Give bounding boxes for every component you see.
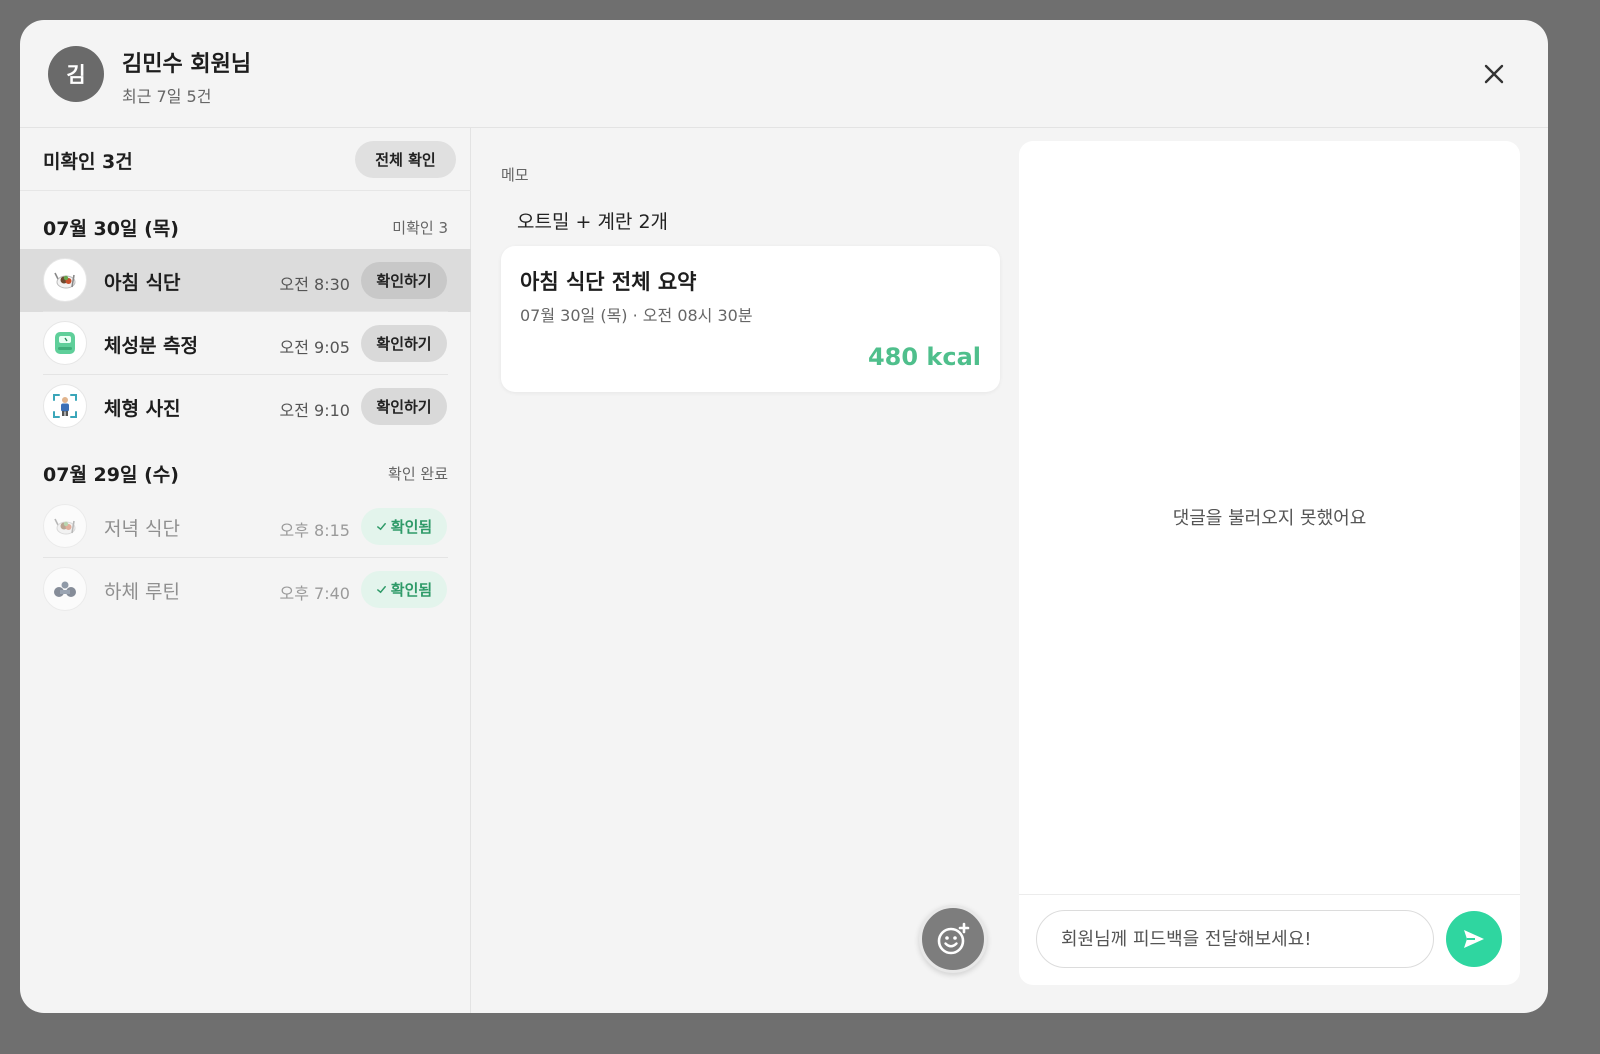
summary-title: 아침 식단 전체 요약 [520,270,697,294]
record-label: 체형 사진 [104,398,181,420]
record-list-panel: 미확인 3건 전체 확인 07월 30일 (목) 미확인 3 아침 식단 오전 … [20,128,471,1013]
confirmed-badge: 확인됨 [361,571,447,608]
check-icon [376,523,386,531]
divider [43,311,448,312]
record-row[interactable]: 체성분 측정 오전 9:05 확인하기 [20,311,471,375]
confirm-button[interactable]: 확인하기 [361,325,447,362]
memo-label: 메모 [501,166,529,184]
meal-icon [43,504,87,548]
record-time: 오후 7:40 [279,584,350,603]
confirmed-label: 확인됨 [390,518,433,536]
date-group-header: 07월 30일 (목) 미확인 3 [43,210,448,240]
modal-header: 김 김민수 회원님 최근 7일 5건 [20,20,1548,128]
record-label: 체성분 측정 [104,335,199,357]
summary-date: 07월 30일 (목) · 오전 08시 30분 [520,306,753,325]
memo-text: 오트밀 + 계란 2개 [517,211,669,233]
record-time: 오전 9:05 [279,338,350,357]
meal-summary-card[interactable]: 아침 식단 전체 요약 07월 30일 (목) · 오전 08시 30분 480… [501,246,1000,392]
divider [43,374,448,375]
dumbbell-icon [43,567,87,611]
record-row[interactable]: 하체 루틴 오후 7:40 확인됨 [20,557,471,621]
record-row[interactable]: 체형 사진 오전 9:10 확인하기 [20,374,471,438]
member-name: 김민수 회원님 [122,52,252,77]
record-time: 오전 8:30 [279,275,350,294]
scale-icon [43,321,87,365]
record-row[interactable]: 아침 식단 오전 8:30 확인하기 [20,249,471,312]
close-icon [1484,64,1504,84]
body-photo-icon [43,384,87,428]
divider [43,557,448,558]
emoji-reaction-button[interactable] [919,905,987,973]
record-label: 하체 루틴 [104,581,180,603]
record-label: 저녁 식단 [104,518,180,540]
date-group-header: 07월 29일 (수) 확인 완료 [43,456,448,486]
record-time: 오후 8:15 [279,521,350,540]
confirm-button[interactable]: 확인하기 [361,262,447,299]
record-row[interactable]: 저녁 식단 오후 8:15 확인됨 [20,495,471,558]
member-subtitle: 최근 7일 5건 [122,87,212,106]
record-label: 아침 식단 [104,272,181,294]
comment-input[interactable] [1036,910,1434,968]
confirmed-label: 확인됨 [390,581,433,599]
unconfirmed-count: 미확인 3건 [43,151,133,173]
confirm-all-button[interactable]: 전체 확인 [355,141,456,178]
date-group-status: 미확인 3 [392,219,448,237]
record-time: 오전 9:10 [279,401,350,420]
unconfirmed-bar: 미확인 3건 전체 확인 [20,128,471,191]
close-button[interactable] [1476,56,1512,92]
confirm-button[interactable]: 확인하기 [361,388,447,425]
date-group-status: 확인 완료 [388,465,448,483]
member-detail-modal: 김 김민수 회원님 최근 7일 5건 미확인 3건 전체 확인 07월 30일 … [20,20,1548,1013]
send-icon [1464,930,1484,948]
date-group-title: 07월 30일 (목) [43,218,179,240]
confirmed-badge: 확인됨 [361,508,447,545]
comment-composer [1019,894,1520,985]
summary-kcal: 480 kcal [867,343,981,371]
avatar: 김 [48,46,104,102]
comment-error-message: 댓글을 불러오지 못했어요 [1172,508,1367,529]
comment-panel: 댓글을 불러오지 못했어요 [1019,141,1520,985]
send-button[interactable] [1446,911,1502,967]
add-emoji-icon [937,922,970,955]
meal-icon [43,258,87,302]
date-group-title: 07월 29일 (수) [43,464,179,486]
check-icon [376,586,386,594]
